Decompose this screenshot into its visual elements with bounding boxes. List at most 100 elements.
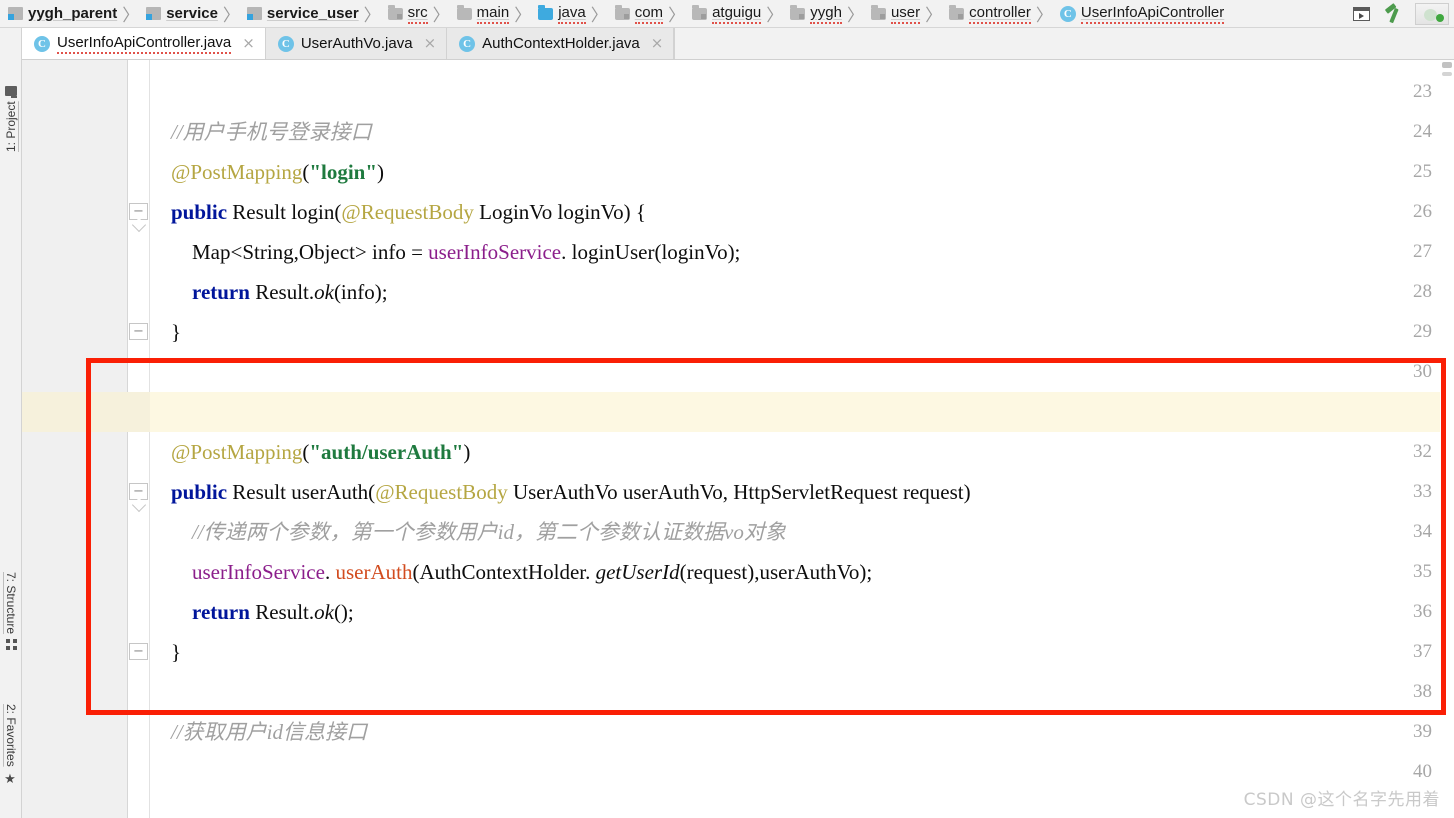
code-token-fld: userInfoService bbox=[150, 560, 325, 584]
breadcrumb-item-userinfoapicontroller[interactable]: C UserInfoApiController bbox=[1056, 1, 1226, 27]
fold-marker[interactable]: − bbox=[129, 643, 148, 660]
build-button[interactable] bbox=[1382, 3, 1404, 24]
scrollbar-marker bbox=[1442, 72, 1452, 76]
tab-userinfoapicontroller[interactable]: C UserInfoApiController.java × bbox=[22, 28, 266, 59]
code-line[interactable]: return Result.ok(); bbox=[150, 592, 1454, 632]
code-token-mth: userAuth bbox=[335, 560, 413, 584]
code-token-plain: (); bbox=[333, 600, 354, 624]
close-icon[interactable]: × bbox=[424, 36, 437, 51]
code-line[interactable]: //获取用户id信息接口 bbox=[150, 712, 1454, 752]
code-line[interactable]: return Result.ok(info); bbox=[150, 272, 1454, 312]
line-number: 35 bbox=[1413, 561, 1432, 582]
package-icon bbox=[870, 4, 886, 20]
fold-marker[interactable]: − bbox=[129, 483, 148, 500]
breadcrumb-item-com[interactable]: com bbox=[611, 1, 665, 27]
tool-window-label: 1: Project bbox=[4, 101, 18, 152]
breadcrumb-label: src bbox=[407, 4, 428, 24]
breadcrumb-separator-icon: 〉 bbox=[122, 6, 140, 26]
fold-marker[interactable]: − bbox=[129, 323, 148, 340]
misc-button[interactable] bbox=[1414, 3, 1450, 25]
code-token-plain: Result userAuth( bbox=[232, 480, 376, 504]
code-line[interactable]: userInfoService. userAuth(AuthContextHol… bbox=[150, 552, 1454, 592]
code-token-str: "login" bbox=[309, 160, 378, 184]
code-token-kw: public bbox=[150, 200, 233, 224]
close-icon[interactable]: × bbox=[651, 36, 664, 51]
editor-fold-column[interactable] bbox=[128, 60, 150, 818]
code-line[interactable] bbox=[150, 72, 1454, 112]
breadcrumb-item-service-user[interactable]: service_user bbox=[243, 1, 361, 27]
close-icon[interactable]: × bbox=[242, 36, 255, 51]
tab-label: UserInfoApiController.java bbox=[57, 34, 232, 54]
vertical-scrollbar[interactable] bbox=[1440, 60, 1454, 818]
code-token-fld: userInfoService bbox=[428, 240, 562, 264]
code-token-plain: Result. bbox=[255, 280, 315, 304]
code-token-ital: ok bbox=[314, 600, 334, 624]
code-token-kw: public bbox=[150, 480, 233, 504]
code-line[interactable]: //传递两个参数，第一个参数用户id，第二个参数认证数据vo对象 bbox=[150, 512, 1454, 552]
code-line[interactable]: @PostMapping("auth/userAuth") bbox=[150, 432, 1454, 472]
code-line[interactable] bbox=[150, 352, 1454, 392]
code-line[interactable]: @PostMapping("login") bbox=[150, 152, 1454, 192]
hammer-icon bbox=[1383, 3, 1403, 24]
tab-label: AuthContextHolder.java bbox=[482, 35, 640, 52]
code-token-plain: Result. bbox=[255, 600, 315, 624]
folder-icon bbox=[456, 4, 472, 20]
code-line[interactable]: public Result userAuth(@RequestBody User… bbox=[150, 472, 1454, 512]
breadcrumb-separator-icon: 〉 bbox=[222, 6, 240, 26]
code-token-ann: @PostMapping bbox=[150, 440, 303, 464]
line-number: 29 bbox=[1413, 321, 1432, 342]
tool-window-project[interactable]: 1: Project bbox=[0, 32, 22, 152]
breadcrumb-item-main[interactable]: main bbox=[453, 1, 512, 27]
breadcrumb-label: UserInfoApiController bbox=[1080, 4, 1225, 24]
code-token-plain: } bbox=[150, 320, 182, 344]
tool-window-favorites[interactable]: 2: Favorites ★ bbox=[0, 704, 22, 818]
scrollbar-thumb[interactable] bbox=[1442, 62, 1452, 68]
breadcrumb-item-yygh-parent[interactable]: yygh_parent bbox=[4, 1, 119, 27]
breadcrumb-separator-icon: 〉 bbox=[432, 6, 450, 26]
breadcrumb-item-yygh[interactable]: yygh bbox=[786, 1, 844, 27]
breadcrumb-item-java[interactable]: java bbox=[534, 1, 588, 27]
breadcrumb-item-service[interactable]: service bbox=[142, 1, 220, 27]
code-token-kw: return bbox=[150, 600, 256, 624]
preview-button[interactable] bbox=[1350, 4, 1372, 24]
breadcrumb-separator-icon: 〉 bbox=[514, 6, 532, 26]
preview-icon bbox=[1352, 7, 1370, 21]
breadcrumb-label: java bbox=[558, 4, 586, 24]
code-line[interactable]: } bbox=[150, 312, 1454, 352]
fold-marker[interactable]: − bbox=[129, 203, 148, 220]
code-token-plain: Result login( bbox=[232, 200, 342, 224]
editor-tab-bar: C UserInfoApiController.java × C UserAut… bbox=[22, 28, 1454, 60]
line-number: 30 bbox=[1413, 361, 1432, 382]
breadcrumb-label: com bbox=[634, 4, 664, 24]
code-editor[interactable]: private UserInfoService userInfoService;… bbox=[22, 60, 1454, 818]
code-token-str: "auth/userAuth" bbox=[309, 440, 464, 464]
breadcrumb-separator-icon: 〉 bbox=[590, 6, 608, 26]
code-line[interactable]: } bbox=[150, 632, 1454, 672]
code-line[interactable] bbox=[150, 672, 1454, 712]
breadcrumb-item-user[interactable]: user bbox=[867, 1, 922, 27]
editor-code-area[interactable]: private UserInfoService userInfoService;… bbox=[150, 60, 1454, 818]
current-line-highlight bbox=[150, 392, 1454, 432]
code-token-plain: (info); bbox=[333, 280, 388, 304]
code-token-plain: UserAuthVo userAuthVo, HttpServletReques… bbox=[507, 480, 971, 504]
editor-gutter[interactable] bbox=[22, 60, 128, 818]
tab-authcontextholder[interactable]: C AuthContextHolder.java × bbox=[447, 28, 675, 59]
code-line[interactable]: Map<String,Object> info = userInfoServic… bbox=[150, 232, 1454, 272]
java-class-icon: C bbox=[1059, 5, 1076, 22]
breadcrumb-item-atguigu[interactable]: atguigu bbox=[688, 1, 763, 27]
breadcrumb-label: yygh_parent bbox=[28, 5, 118, 22]
source-folder-icon bbox=[387, 4, 403, 20]
breadcrumb-item-controller[interactable]: controller bbox=[945, 1, 1033, 27]
module-icon bbox=[8, 7, 23, 20]
code-token-plain: . loginUser(loginVo); bbox=[561, 240, 741, 264]
breadcrumb-item-src[interactable]: src bbox=[384, 1, 430, 27]
breadcrumb-separator-icon: 〉 bbox=[1035, 6, 1053, 26]
tab-userauthvo[interactable]: C UserAuthVo.java × bbox=[265, 28, 448, 59]
package-icon bbox=[614, 4, 630, 20]
code-line[interactable]: //用户手机号登录接口 bbox=[150, 112, 1454, 152]
code-line[interactable]: public Result login(@RequestBody LoginVo… bbox=[150, 192, 1454, 232]
code-token-plain: } bbox=[150, 640, 182, 664]
structure-icon bbox=[5, 639, 17, 651]
tool-window-structure[interactable]: 7: Structure bbox=[0, 572, 22, 698]
star-icon: ★ bbox=[3, 771, 19, 787]
